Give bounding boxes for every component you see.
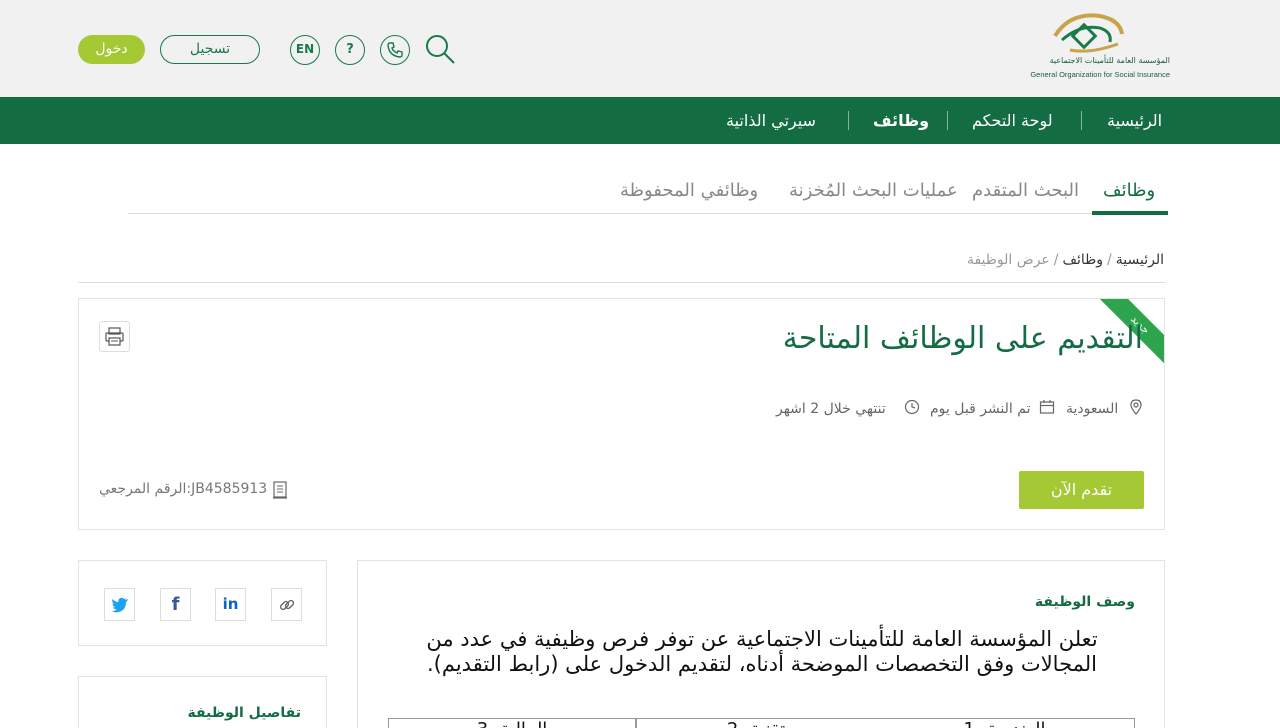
nav-item-home[interactable]: الرئيسية	[1107, 97, 1162, 144]
gosi-emblem-icon	[1053, 13, 1124, 53]
table-header-cell: 3- المالية	[389, 719, 636, 728]
gosi-logo[interactable]: المؤسسة العامة للتأمينات الاجتماعية Gene…	[1000, 10, 1170, 88]
document-icon	[273, 481, 287, 499]
job-description-text: تعلن المؤسسة العامة للتأمينات الاجتماعية…	[426, 627, 1098, 676]
tab-saved-jobs[interactable]: وظائفي المحفوظة	[620, 180, 758, 201]
share-twitter-button[interactable]	[104, 588, 135, 621]
job-reference-number: الرقم المرجعي:JB4585913	[99, 481, 268, 497]
tab-advanced-search[interactable]: البحث المتقدم	[972, 180, 1079, 201]
tab-saved-searches[interactable]: عمليات البحث المُخزنة	[789, 180, 958, 201]
link-icon	[279, 599, 294, 611]
table-header-cell: 1- الهندسة	[875, 719, 1134, 728]
nav-item-dashboard[interactable]: لوحة التحكم	[972, 97, 1053, 144]
breadcrumb-jobs[interactable]: وظائف	[1062, 252, 1103, 268]
job-posted-date: تم النشر قبل يوم	[930, 401, 1031, 417]
job-description-title: وصف الوظيفة	[1034, 594, 1135, 610]
breadcrumb-home[interactable]: الرئيسية	[1116, 252, 1164, 268]
job-title: التقديم على الوظائف المتاحة	[782, 321, 1143, 356]
apply-now-button[interactable]: تقدم الآن	[1019, 471, 1144, 509]
table-header-cell: 2- تقنية	[636, 719, 875, 728]
job-expiry: تنتهي خلال 2 اشهر	[776, 401, 886, 417]
breadcrumb-separator: /	[1107, 252, 1112, 268]
location-pin-icon	[1130, 399, 1142, 415]
logo-arabic-text: المؤسسة العامة للتأمينات الاجتماعية	[1049, 56, 1170, 65]
tabs-divider	[128, 213, 1168, 214]
tab-jobs[interactable]: وظائف	[1103, 180, 1155, 201]
facebook-icon: f	[171, 594, 180, 615]
breadcrumb-divider	[78, 282, 1165, 283]
search-button[interactable]	[424, 33, 456, 65]
twitter-icon	[111, 597, 128, 613]
job-details-title: تفاصيل الوظيفة	[187, 705, 301, 721]
top-header: المؤسسة العامة للتأمينات الاجتماعية Gene…	[0, 0, 1280, 97]
breadcrumb: الرئيسية/وظائف/عرض الوظيفة	[967, 252, 1164, 268]
share-facebook-button[interactable]: f	[160, 588, 191, 621]
linkedin-icon: in	[222, 595, 239, 613]
register-button[interactable]: تسجيل	[160, 35, 260, 64]
help-button[interactable]: ?	[335, 35, 365, 65]
share-linkedin-button[interactable]: in	[215, 588, 246, 621]
nav-item-jobs[interactable]: وظائف	[873, 97, 929, 144]
login-button[interactable]: دخول	[78, 35, 145, 64]
active-tab-indicator	[1092, 211, 1168, 215]
nav-separator	[1081, 111, 1082, 130]
job-location: السعودية	[1066, 401, 1119, 417]
logo-english-text: General Organization for Social Insuranc…	[1030, 70, 1170, 79]
breadcrumb-separator: /	[1053, 252, 1059, 268]
print-button[interactable]	[99, 321, 130, 352]
nav-separator	[848, 111, 849, 130]
job-card: جديد التقديم على الوظائف المتاحة السعودي…	[78, 298, 1165, 530]
share-link-button[interactable]	[271, 588, 302, 621]
job-details-box: تفاصيل الوظيفة	[78, 676, 327, 728]
nav-separator	[947, 111, 948, 130]
language-toggle-button[interactable]: EN	[290, 35, 320, 65]
calendar-icon	[1039, 400, 1055, 414]
search-icon	[426, 35, 455, 64]
breadcrumb-current: عرض الوظيفة	[966, 252, 1050, 268]
phone-icon	[387, 42, 403, 58]
job-description-box: وصف الوظيفة تعلن المؤسسة العامة للتأمينا…	[357, 560, 1165, 728]
share-box: in f	[78, 560, 327, 646]
phone-button[interactable]	[380, 35, 410, 65]
printer-icon	[105, 327, 124, 346]
nav-item-my-cv[interactable]: سيرتي الذاتية	[726, 97, 816, 144]
main-navbar: الرئيسية لوحة التحكم وظائف سيرتي الذاتية	[0, 97, 1280, 144]
job-description-table: 1- الهندسة 2- تقنية 3- المالية	[388, 718, 1135, 728]
clock-icon	[904, 399, 920, 415]
